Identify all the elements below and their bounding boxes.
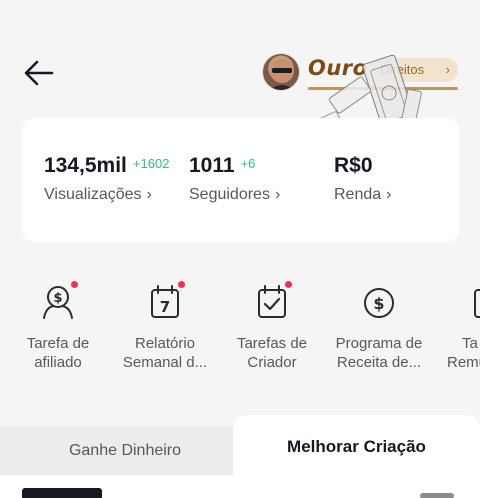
affiliate-dollar-icon: $	[38, 281, 78, 322]
notification-dot	[178, 281, 185, 288]
notification-dot	[71, 281, 78, 288]
content-area	[0, 475, 480, 498]
tool-creator-tasks[interactable]: Tarefas de Criador	[217, 276, 327, 372]
tier-underline	[308, 87, 458, 90]
stat-value: R$0	[334, 154, 373, 177]
header: Ouro Direitos ›	[0, 0, 480, 133]
stat-delta: +1602	[132, 156, 170, 171]
dollar-circle-icon: $	[359, 282, 399, 322]
section-link-partial	[420, 493, 454, 498]
tool-label-line2: Semanal d...	[122, 354, 208, 371]
tab-earn-money[interactable]: Ganhe Dinheiro	[0, 427, 250, 475]
chevron-right-icon: ›	[386, 186, 392, 203]
tool-label-line1: Tarefa de	[26, 335, 90, 352]
stat-label: Seguidores	[189, 186, 270, 203]
svg-text:$: $	[53, 291, 62, 306]
tool-label-line2: Remu	[447, 354, 480, 371]
tool-label-line2: Receita de...	[336, 354, 422, 371]
stat-followers[interactable]: 1011 +6 Seguidores ›	[189, 154, 280, 204]
tier-label: Ouro	[308, 56, 368, 80]
tool-label-line1: Programa de	[335, 335, 423, 352]
calendar-check-icon	[252, 281, 292, 322]
arrow-left-icon[interactable]	[22, 56, 56, 90]
tool-weekly-report[interactable]: 7 Relatório Semanal d...	[110, 276, 220, 372]
tab-bar: Ganhe Dinheiro Melhorar Criação	[0, 413, 480, 475]
tool-label-line1: Tarefas de	[236, 335, 308, 352]
stat-delta: +6	[240, 156, 256, 171]
chevron-right-icon: ›	[146, 186, 152, 203]
svg-text:$: $	[373, 294, 384, 313]
tool-label-line1: Relatório	[134, 335, 196, 352]
chevron-right-icon: ›	[274, 186, 281, 203]
tool-label-line1: Ta	[462, 335, 478, 352]
calendar-7-icon: 7	[145, 281, 185, 322]
stat-views[interactable]: 134,5mil +1602 Visualizações ›	[44, 154, 169, 204]
svg-text:7: 7	[160, 298, 170, 316]
tool-affiliate-task[interactable]: $ Tarefa de afiliado	[3, 276, 113, 372]
benefits-button[interactable]: Direitos ›	[372, 58, 458, 82]
stat-label: Renda	[334, 186, 382, 203]
tool-partial[interactable]: Ta Remu	[431, 276, 480, 372]
tool-label-line2: afiliado	[34, 354, 82, 371]
notification-dot	[285, 281, 292, 288]
stats-card: 134,5mil +1602 Visualizações › 1011 +6 Segu…	[22, 118, 459, 242]
tool-label-line2: Criador	[247, 354, 297, 371]
partial-icon	[467, 282, 480, 322]
avatar[interactable]	[262, 53, 300, 91]
stat-label: Visualizações	[44, 186, 142, 203]
section-heading-partial	[22, 488, 102, 498]
tools-row: $ Tarefa de afiliado 7 Relatório Semanal d…	[0, 276, 480, 376]
stat-income[interactable]: R$0 Renda ›	[334, 154, 391, 204]
tab-improve-creation[interactable]: Melhorar Criação	[233, 415, 480, 475]
benefits-label: Direitos	[380, 62, 425, 77]
stat-value: 134,5mil	[44, 154, 127, 177]
chevron-right-icon: ›	[445, 62, 450, 77]
stat-value: 1011	[189, 154, 235, 177]
tool-revenue-program[interactable]: $ Programa de Receita de...	[324, 276, 434, 372]
